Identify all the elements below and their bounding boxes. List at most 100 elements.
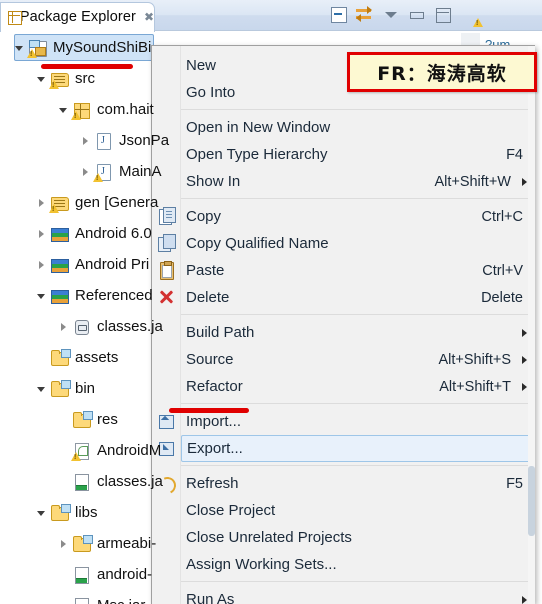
menu-item[interactable]: Show In Alt+Shift+W [181, 168, 535, 195]
menu-item[interactable]: Source Alt+Shift+S [181, 346, 535, 373]
context-menu-body: New Go Into Open in New Window Open Type Hi… [180, 46, 535, 604]
tree-row-label: Referenced [75, 287, 153, 304]
twisty-placeholder [58, 476, 70, 488]
tree-row-label: armeabi- [97, 535, 157, 552]
tab-label: Package Explorer [19, 9, 136, 25]
tree-row-label: classes.ja [97, 318, 163, 335]
chevron-right-icon[interactable] [58, 321, 70, 333]
tree-row-label: res [97, 411, 118, 428]
chevron-down-icon[interactable] [36, 507, 48, 519]
package-explorer-icon [7, 10, 22, 25]
menu-item[interactable]: Refactor Alt+Shift+T [181, 373, 535, 400]
chevron-right-icon[interactable] [36, 259, 48, 271]
menu-item-label: Assign Working Sets... [186, 556, 337, 573]
annotation-underline-export [169, 408, 249, 413]
menu-item[interactable]: Close Unrelated Projects [181, 524, 535, 551]
chevron-down-icon[interactable] [36, 383, 48, 395]
view-menu-icon[interactable] [382, 6, 399, 23]
menu-item[interactable]: Refresh F5 [181, 470, 535, 497]
menu-item-label: Refresh [186, 475, 239, 492]
menu-item[interactable]: Assign Working Sets... [181, 551, 535, 578]
menu-item-label: Close Unrelated Projects [186, 529, 352, 546]
chevron-down-icon[interactable] [36, 73, 48, 85]
chevron-down-icon[interactable] [36, 290, 48, 302]
menu-item-label: New [186, 57, 217, 74]
java-file-warning-icon [93, 163, 114, 182]
folder-icon [72, 410, 93, 429]
jar-file-icon [72, 473, 92, 491]
folder-icon [50, 503, 71, 522]
tree-row-label: src [75, 70, 95, 87]
folder-icon [50, 379, 71, 398]
tree-row-label: Android 6.0 [75, 225, 152, 242]
tree-row-label: classes.ja [97, 473, 163, 490]
menu-separator [181, 109, 535, 110]
paste-icon [156, 261, 175, 280]
menu-item[interactable]: Copy Qualified Name [181, 230, 535, 257]
menu-separator [181, 581, 535, 582]
chevron-right-icon[interactable] [80, 166, 92, 178]
context-menu[interactable]: New Go Into Open in New Window Open Type Hi… [151, 45, 535, 604]
tree-row-label: Android Pri [75, 256, 150, 273]
menu-item-label: Paste [186, 262, 225, 279]
context-menu-scrollbar[interactable] [528, 46, 535, 604]
menu-item[interactable]: Open in New Window [181, 114, 535, 141]
menu-item-label: Open in New Window [186, 119, 331, 136]
xml-file-warning-icon [71, 442, 92, 461]
menu-separator [181, 403, 535, 404]
tree-row-label: MainA [119, 163, 162, 180]
tree-row-label: JsonPa [119, 132, 170, 149]
chevron-down-icon[interactable] [58, 104, 70, 116]
collapse-all-icon[interactable] [330, 6, 347, 23]
menu-item[interactable]: Open Type Hierarchy F4 [181, 141, 535, 168]
tree-row-label: Msc.jar [97, 597, 145, 604]
android-project-icon [27, 39, 48, 58]
library-icon [50, 287, 70, 305]
menu-item-shortcut: Ctrl+V [482, 262, 523, 279]
source-folder-icon [49, 70, 70, 89]
menu-item-label: Build Path [186, 324, 255, 341]
menu-item-label: Refactor [186, 378, 243, 395]
minimize-icon[interactable] [408, 6, 425, 23]
menu-item-label: Source [186, 351, 234, 368]
twisty-placeholder [58, 569, 70, 581]
library-icon [50, 256, 70, 274]
tab-package-explorer[interactable]: Package Explorer ✖ [0, 2, 155, 32]
close-icon[interactable]: ✖ [144, 10, 154, 24]
twisty-placeholder [36, 352, 48, 364]
chevron-right-icon[interactable] [80, 135, 92, 147]
link-with-editor-icon[interactable] [356, 6, 373, 23]
menu-item-label: Export... [187, 440, 243, 457]
menu-item-shortcut: Alt+Shift+S [438, 351, 511, 368]
menu-item[interactable]: Paste Ctrl+V [181, 257, 535, 284]
menu-item-label: Copy [186, 208, 222, 225]
chevron-right-icon[interactable] [36, 197, 48, 209]
chevron-right-icon[interactable] [36, 228, 48, 240]
menu-item-label: Run As [186, 591, 235, 604]
menu-item-shortcut: Alt+Shift+W [434, 173, 511, 190]
menu-item-shortcut: Ctrl+C [481, 208, 524, 225]
jar-file-icon [72, 566, 92, 584]
scrollbar-thumb[interactable] [528, 466, 535, 536]
menu-item-label: Import... [186, 413, 242, 430]
chevron-down-icon[interactable] [14, 42, 26, 54]
menu-item[interactable]: Build Path [181, 319, 535, 346]
menu-item[interactable]: Delete Delete [181, 284, 535, 311]
tree-row-label: libs [75, 504, 98, 521]
menu-item-label: Copy Qualified Name [186, 235, 329, 252]
twisty-placeholder [58, 600, 70, 604]
menu-item[interactable]: Close Project [181, 497, 535, 524]
annotation-box-fr: FR：海涛高软 [347, 52, 537, 92]
menu-item[interactable]: Run As [181, 586, 535, 604]
menu-item-shortcut: Delete [481, 289, 523, 306]
maximize-icon[interactable] [434, 6, 451, 23]
submenu-arrow-icon [522, 177, 527, 186]
menu-item[interactable]: Copy Ctrl+C [181, 203, 535, 230]
menu-item[interactable]: Export... [181, 435, 535, 462]
jar-icon [72, 318, 92, 336]
annotation-text: FR：海涛高软 [377, 62, 507, 85]
tree-row-label: AndroidM [97, 442, 162, 459]
twisty-placeholder [58, 414, 70, 426]
menu-item-label: Delete [186, 289, 230, 306]
chevron-right-icon[interactable] [58, 538, 70, 550]
